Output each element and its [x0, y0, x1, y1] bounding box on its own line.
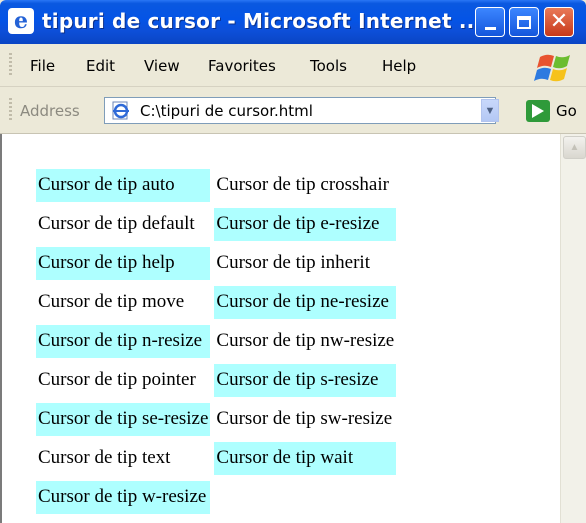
maximize-icon — [517, 15, 531, 29]
table-row: Cursor de tip n-resize Cursor de tip nw-r… — [36, 325, 396, 358]
table-row: Cursor de tip help Cursor de tip inherit — [36, 247, 396, 280]
cursor-cell[interactable]: Cursor de tip e-resize — [214, 208, 397, 241]
cursor-cell[interactable]: Cursor de tip n-resize — [36, 325, 211, 358]
cursor-cell[interactable]: Cursor de tip crosshair — [214, 169, 396, 202]
chevron-up-icon: ▲ — [569, 142, 580, 153]
internet-explorer-icon: e — [8, 8, 34, 34]
page-icon — [112, 101, 129, 120]
table-row: Cursor de tip se-resize Cursor de tip sw-… — [36, 403, 396, 436]
close-icon: ✕ — [549, 9, 569, 34]
window-title: tipuri de cursor - Microsoft Internet ..… — [42, 9, 483, 33]
cursor-table: Cursor de tip auto Cursor de tip crosshai… — [32, 163, 400, 520]
menu-tools[interactable]: Tools — [310, 57, 347, 75]
browser-window: e tipuri de cursor - Microsoft Internet … — [0, 0, 586, 523]
cursor-cell[interactable]: Cursor de tip move — [36, 286, 210, 319]
address-label: Address — [20, 102, 80, 120]
minimize-icon — [484, 26, 496, 30]
address-grip-icon[interactable] — [9, 98, 12, 122]
table-row: Cursor de tip auto Cursor de tip crosshai… — [36, 169, 396, 202]
cursor-cell[interactable]: Cursor de tip sw-resize — [214, 403, 396, 436]
go-arrow-icon[interactable] — [526, 100, 550, 122]
cursor-cell[interactable]: Cursor de tip inherit — [214, 247, 396, 280]
cursor-cell[interactable]: Cursor de tip se-resize — [36, 403, 211, 436]
go-button[interactable]: Go — [556, 102, 577, 120]
table-row: Cursor de tip default Cursor de tip e-res… — [36, 208, 397, 241]
title-bar[interactable]: e tipuri de cursor - Microsoft Internet … — [0, 0, 586, 44]
menu-view[interactable]: View — [144, 57, 180, 75]
scroll-up-button[interactable]: ▲ — [563, 136, 586, 159]
cursor-cell[interactable]: Cursor de tip s-resize — [214, 364, 397, 397]
menu-bar: File Edit View Favorites Tools Help — [0, 44, 586, 87]
cursor-cell[interactable]: Cursor de tip ne-resize — [214, 286, 397, 319]
address-dropdown-button[interactable]: ▼ — [481, 99, 499, 122]
cursor-cell[interactable]: Cursor de tip pointer — [36, 364, 210, 397]
address-bar: Address C:\tipuri de cursor.html ▼ Go — [0, 87, 586, 134]
cursor-cell[interactable]: Cursor de tip w-resize — [36, 481, 211, 514]
chevron-down-icon: ▼ — [484, 104, 496, 117]
maximize-button[interactable] — [509, 7, 539, 37]
table-row: Cursor de tip w-resize — [36, 481, 396, 514]
vertical-scrollbar[interactable]: ▲ — [560, 134, 586, 523]
cursor-cell[interactable]: Cursor de tip help — [36, 247, 211, 280]
cursor-cell[interactable]: Cursor de tip text — [36, 442, 210, 475]
menu-file[interactable]: File — [30, 57, 55, 75]
page-content: Cursor de tip auto Cursor de tip crosshai… — [0, 134, 586, 523]
cursor-cell[interactable]: Cursor de tip auto — [36, 169, 211, 202]
menu-grip-icon[interactable] — [9, 53, 12, 77]
cursor-cell[interactable]: Cursor de tip wait — [214, 442, 397, 475]
table-row: Cursor de tip move Cursor de tip ne-resiz… — [36, 286, 397, 319]
menu-edit[interactable]: Edit — [86, 57, 115, 75]
menu-favorites[interactable]: Favorites — [208, 57, 276, 75]
table-row: Cursor de tip pointer Cursor de tip s-res… — [36, 364, 397, 397]
minimize-button[interactable] — [475, 7, 505, 37]
address-value[interactable]: C:\tipuri de cursor.html — [140, 102, 313, 120]
cursor-cell[interactable]: Cursor de tip nw-resize — [214, 325, 396, 358]
cursor-cell[interactable]: Cursor de tip default — [36, 208, 210, 241]
table-row: Cursor de tip text Cursor de tip wait — [36, 442, 397, 475]
close-button[interactable]: ✕ — [544, 7, 574, 37]
menu-help[interactable]: Help — [382, 57, 416, 75]
windows-logo-icon — [534, 54, 570, 82]
